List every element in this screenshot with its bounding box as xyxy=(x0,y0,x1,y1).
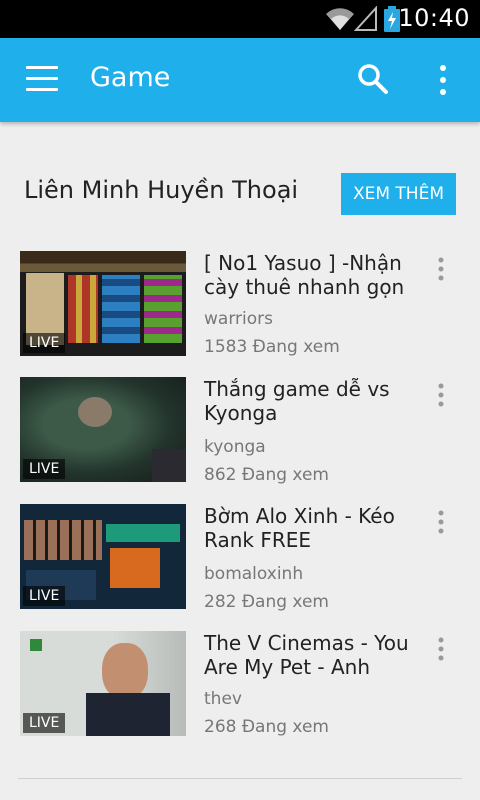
video-title: Thắng game dễ vs Kyonga xyxy=(204,377,390,425)
video-thumbnail[interactable]: LIVE xyxy=(20,504,186,609)
channel-name: warriors xyxy=(204,309,273,329)
live-badge: LIVE xyxy=(23,459,66,479)
clock: 10:40 xyxy=(398,4,470,32)
live-badge: LIVE xyxy=(23,586,66,606)
channel-name: kyonga xyxy=(204,437,266,457)
viewer-count: 268 Đang xem xyxy=(204,717,329,737)
live-badge: LIVE xyxy=(23,333,66,353)
menu-icon[interactable] xyxy=(26,66,58,94)
video-item[interactable]: LIVE The V Cinemas - You Are My Pet - An… xyxy=(0,631,480,741)
section-divider xyxy=(18,778,462,779)
video-title: [ No1 Yasuo ] -Nhận cày thuê nhanh gọn xyxy=(204,251,405,299)
video-title: The V Cinemas - You Are My Pet - Anh xyxy=(204,631,409,679)
search-icon[interactable] xyxy=(356,62,390,96)
viewer-count: 1583 Đang xem xyxy=(204,337,340,357)
channel-name: thev xyxy=(204,689,242,709)
status-bar: 10:40 xyxy=(0,0,480,38)
live-badge: LIVE xyxy=(23,713,66,733)
wifi-icon xyxy=(326,8,354,30)
app-bar: Game xyxy=(0,38,480,122)
overflow-menu-icon[interactable] xyxy=(437,510,445,534)
overflow-menu-icon[interactable] xyxy=(437,383,445,407)
video-title: Bờm Alo Xinh - Kéo Rank FREE xyxy=(204,504,395,552)
channel-name: bomaloxinh xyxy=(204,564,304,584)
signal-icon xyxy=(354,6,377,31)
page-title: Game xyxy=(90,62,171,93)
video-item[interactable]: LIVE Bờm Alo Xinh - Kéo Rank FREE bomalo… xyxy=(0,504,480,614)
viewer-count: 282 Đang xem xyxy=(204,592,329,612)
video-item[interactable]: LIVE Thắng game dễ vs Kyonga kyonga 862 … xyxy=(0,377,480,487)
video-thumbnail[interactable]: LIVE xyxy=(20,251,186,356)
video-thumbnail[interactable]: LIVE xyxy=(20,631,186,736)
video-thumbnail[interactable]: LIVE xyxy=(20,377,186,482)
viewer-count: 862 Đang xem xyxy=(204,465,329,485)
overflow-menu-icon[interactable] xyxy=(437,637,445,661)
overflow-menu-icon[interactable] xyxy=(437,257,445,281)
video-item[interactable]: LIVE [ No1 Yasuo ] -Nhận cày thuê nhanh … xyxy=(0,251,480,361)
section-title: Liên Minh Huyền Thoại xyxy=(24,176,299,204)
more-vert-icon[interactable] xyxy=(436,64,450,96)
see-more-button[interactable]: XEM THÊM xyxy=(341,173,456,215)
